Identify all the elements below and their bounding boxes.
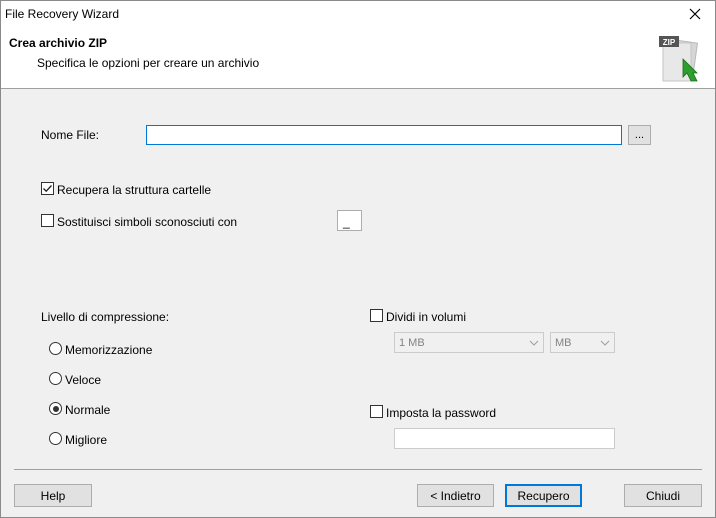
radio-memorizzazione[interactable]	[49, 342, 62, 355]
zip-label: ZIP	[663, 38, 676, 47]
password-input[interactable]	[394, 428, 615, 449]
back-button[interactable]: < Indietro	[417, 484, 494, 507]
volume-unit-value: MB	[555, 337, 572, 349]
radio-veloce[interactable]	[49, 372, 62, 385]
chevron-down-icon	[529, 340, 539, 346]
file-recovery-wizard-window: File Recovery Wizard Crea archivio ZIP S…	[0, 0, 716, 518]
replace-symbols-label: Sostituisci simboli sconosciuti con	[57, 215, 238, 229]
recover-button[interactable]: Recupero	[505, 484, 582, 507]
close-icon[interactable]	[675, 1, 715, 27]
volume-size-select[interactable]: 1 MB	[394, 332, 544, 353]
window-title: File Recovery Wizard	[5, 7, 120, 21]
help-button[interactable]: Help	[14, 484, 92, 507]
checkmark-icon	[43, 185, 52, 193]
close-button[interactable]: Chiudi	[624, 484, 702, 507]
set-password-label: Imposta la password	[386, 406, 497, 420]
wizard-header: Crea archivio ZIP Specifica le opzioni p…	[1, 27, 715, 89]
recover-structure-checkbox[interactable]	[41, 182, 54, 195]
recover-structure-label: Recupera la struttura cartelle	[57, 183, 212, 197]
chevron-down-icon	[600, 340, 610, 346]
browse-button[interactable]: ...	[628, 125, 651, 145]
replace-symbols-checkbox[interactable]	[41, 214, 54, 227]
split-volumes-checkbox[interactable]	[370, 309, 383, 322]
radio-selected-dot	[52, 405, 59, 412]
compression-label: Livello di compressione:	[41, 310, 170, 324]
set-password-checkbox[interactable]	[370, 405, 383, 418]
title-bar: File Recovery Wizard	[1, 1, 715, 27]
replace-symbol-value: _	[343, 215, 350, 229]
radio-normale-label: Normale	[65, 403, 111, 417]
volume-size-value: 1 MB	[399, 337, 425, 349]
zip-archive-icon: ZIP	[653, 33, 705, 85]
file-name-label: Nome File:	[41, 128, 100, 142]
volume-unit-select[interactable]: MB	[550, 332, 615, 353]
header-title: Crea archivio ZIP	[9, 36, 108, 50]
radio-migliore-label: Migliore	[65, 433, 108, 447]
radio-normale[interactable]	[49, 402, 62, 415]
file-name-input[interactable]	[146, 125, 622, 145]
footer-separator	[14, 469, 702, 470]
radio-migliore[interactable]	[49, 432, 62, 445]
split-volumes-label: Dividi in volumi	[386, 310, 467, 324]
radio-veloce-label: Veloce	[65, 373, 102, 387]
header-subtitle: Specifica le opzioni per creare un archi…	[37, 56, 260, 70]
replace-symbol-input[interactable]: _	[337, 210, 362, 231]
radio-memorizzazione-label: Memorizzazione	[65, 343, 153, 357]
